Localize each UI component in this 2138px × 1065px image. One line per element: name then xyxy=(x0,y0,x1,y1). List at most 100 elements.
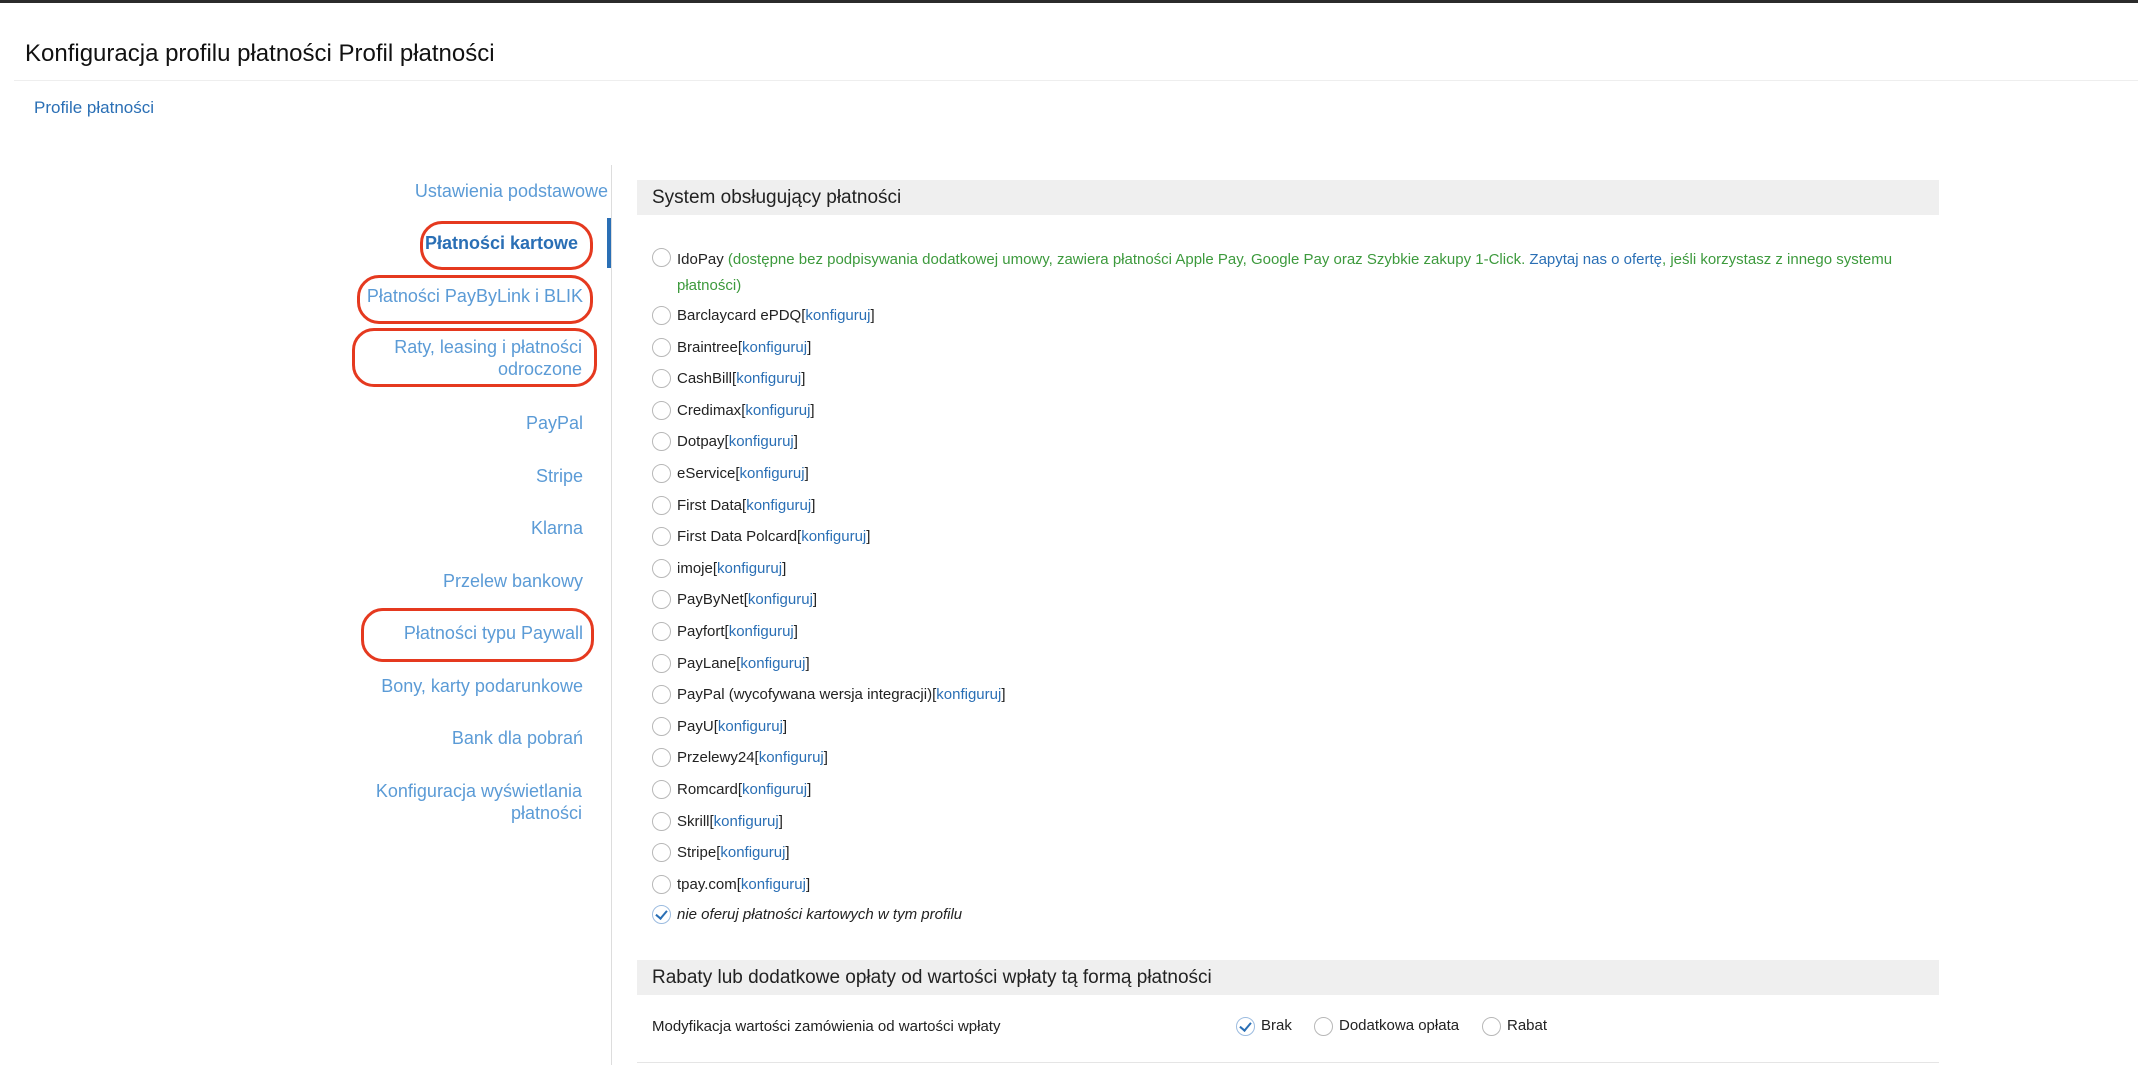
bracket-close: ] xyxy=(778,813,783,830)
provider-radio[interactable] xyxy=(652,622,671,641)
provider-radio[interactable] xyxy=(652,369,671,388)
provider-option: Barclaycard ePDQ [konfiguruj] xyxy=(652,305,875,327)
configure-link[interactable]: konfiguruj xyxy=(729,621,794,643)
provider-radio[interactable] xyxy=(652,654,671,673)
option-discount: Rabat xyxy=(1482,1016,1548,1036)
radio-discount[interactable] xyxy=(1482,1017,1501,1036)
breadcrumb-payment-profiles[interactable]: Profile płatności xyxy=(34,98,154,118)
provider-option: First Data Polcard [konfiguruj] xyxy=(652,526,870,548)
sidebar-item-installments[interactable]: Raty, leasing i płatności odroczone xyxy=(342,336,582,380)
radio-no-card-payments[interactable] xyxy=(652,905,671,924)
provider-name: Barclaycard ePDQ xyxy=(677,307,802,324)
radio-idopay[interactable] xyxy=(652,248,671,267)
top-border xyxy=(0,0,2138,3)
option-idopay: IdoPay (dostępne bez podpisywania dodatk… xyxy=(652,247,1947,299)
provider-name: CashBill xyxy=(677,370,733,387)
configure-link[interactable]: konfiguruj xyxy=(742,337,807,359)
provider-radio[interactable] xyxy=(652,464,671,483)
provider-option: eService [konfiguruj] xyxy=(652,463,809,485)
provider-name: PayU xyxy=(677,718,714,735)
bracket-close: ] xyxy=(812,591,818,608)
provider-option: PayU [konfiguruj] xyxy=(652,716,787,738)
sidebar-item-basic-settings[interactable]: Ustawienia podstawowe xyxy=(415,180,608,202)
sidebar-item-paypal[interactable]: PayPal xyxy=(526,412,583,434)
configure-link[interactable]: konfiguruj xyxy=(801,526,866,548)
configure-link[interactable]: konfiguruj xyxy=(729,431,794,453)
option-discount-label: Rabat xyxy=(1507,1017,1548,1034)
sidebar-item-stripe[interactable]: Stripe xyxy=(536,465,583,487)
configure-link[interactable]: konfiguruj xyxy=(740,653,805,675)
bottom-divider xyxy=(637,1062,1939,1063)
bracket-close: ] xyxy=(801,370,806,387)
provider-radio[interactable] xyxy=(652,432,671,451)
sidebar-item-vouchers[interactable]: Bony, karty podarunkowe xyxy=(381,675,583,697)
provider-option: Stripe [konfiguruj] xyxy=(652,842,790,864)
configure-link[interactable]: konfiguruj xyxy=(718,716,783,738)
bracket-close: ] xyxy=(805,655,810,672)
provider-option: Payfort [konfiguruj] xyxy=(652,621,798,643)
bracket-close: ] xyxy=(782,560,787,577)
page-title: Konfiguracja profilu płatności Profil pł… xyxy=(25,40,495,67)
configure-link[interactable]: konfiguruj xyxy=(717,558,782,580)
radio-none[interactable] xyxy=(1236,1017,1255,1036)
configure-link[interactable]: konfiguruj xyxy=(742,779,807,801)
provider-option: Credimax [konfiguruj] xyxy=(652,400,815,422)
provider-radio[interactable] xyxy=(652,685,671,704)
sidebar-item-display-config[interactable]: Konfiguracja wyświetlania płatności xyxy=(342,780,582,824)
provider-name: PayPal (wycofywana wersja integracji) xyxy=(677,686,933,703)
provider-name: Skrill xyxy=(677,813,710,830)
configure-link[interactable]: konfiguruj xyxy=(748,589,813,611)
provider-option: imoje [konfiguruj] xyxy=(652,558,786,580)
provider-option: PayLane [konfiguruj] xyxy=(652,653,810,675)
sidebar-item-card-payments[interactable]: Płatności kartowe xyxy=(425,232,578,254)
provider-name: imoje xyxy=(677,560,713,577)
provider-radio[interactable] xyxy=(652,812,671,831)
configure-link[interactable]: konfiguruj xyxy=(714,811,779,833)
bracket-close: ] xyxy=(807,781,812,798)
provider-radio[interactable] xyxy=(652,875,671,894)
provider-radio[interactable] xyxy=(652,590,671,609)
section-payment-system-header: System obsługujący płatności xyxy=(637,180,1939,215)
radio-extra-fee[interactable] xyxy=(1314,1017,1333,1036)
provider-radio[interactable] xyxy=(652,401,671,420)
provider-radio[interactable] xyxy=(652,717,671,736)
provider-option: Romcard [konfiguruj] xyxy=(652,779,811,801)
configure-link[interactable]: konfiguruj xyxy=(759,747,824,769)
provider-name: PayByNet xyxy=(677,591,744,608)
configure-link[interactable]: konfiguruj xyxy=(746,495,811,517)
title-divider xyxy=(14,80,2138,81)
configure-link[interactable]: konfiguruj xyxy=(745,400,810,422)
provider-option: CashBill [konfiguruj] xyxy=(652,368,805,390)
provider-radio[interactable] xyxy=(652,527,671,546)
configure-link[interactable]: konfiguruj xyxy=(936,684,1001,706)
idopay-desc: (dostępne bez podpisywania dodatkowej um… xyxy=(727,251,1526,268)
modification-label: Modyfikacja wartości zamówienia od warto… xyxy=(652,1018,1001,1035)
provider-radio[interactable] xyxy=(652,780,671,799)
provider-radio[interactable] xyxy=(652,496,671,515)
sidebar-item-klarna[interactable]: Klarna xyxy=(531,517,583,539)
sidebar-item-cod-bank[interactable]: Bank dla pobrań xyxy=(452,727,583,749)
bracket-close: ] xyxy=(793,433,798,450)
configure-link[interactable]: konfiguruj xyxy=(740,463,805,485)
configure-link[interactable]: konfiguruj xyxy=(741,874,806,896)
provider-radio[interactable] xyxy=(652,559,671,578)
bracket-close: ] xyxy=(811,497,816,514)
option-extra-fee-label: Dodatkowa opłata xyxy=(1339,1017,1460,1034)
configure-link[interactable]: konfiguruj xyxy=(736,368,801,390)
provider-radio[interactable] xyxy=(652,843,671,862)
no-card-payments-label: nie oferuj płatności kartowych w tym pro… xyxy=(677,906,963,923)
ask-offer-link[interactable]: Zapytaj nas o ofertę xyxy=(1529,251,1662,268)
provider-radio[interactable] xyxy=(652,338,671,357)
configure-link[interactable]: konfiguruj xyxy=(805,305,870,327)
section-discounts-header: Rabaty lub dodatkowe opłaty od wartości … xyxy=(637,960,1939,995)
sidebar-item-paybylink-blik[interactable]: Płatności PayByLink i BLIK xyxy=(367,285,583,307)
provider-option: Przelewy24 [konfiguruj] xyxy=(652,747,828,769)
sidebar-item-bank-transfer[interactable]: Przelew bankowy xyxy=(443,570,583,592)
provider-option: Skrill [konfiguruj] xyxy=(652,811,783,833)
option-none-label: Brak xyxy=(1261,1017,1292,1034)
provider-radio[interactable] xyxy=(652,748,671,767)
provider-radio[interactable] xyxy=(652,306,671,325)
sidebar-item-paywall[interactable]: Płatności typu Paywall xyxy=(404,622,583,644)
bracket-close: ] xyxy=(823,749,828,766)
configure-link[interactable]: konfiguruj xyxy=(720,842,785,864)
